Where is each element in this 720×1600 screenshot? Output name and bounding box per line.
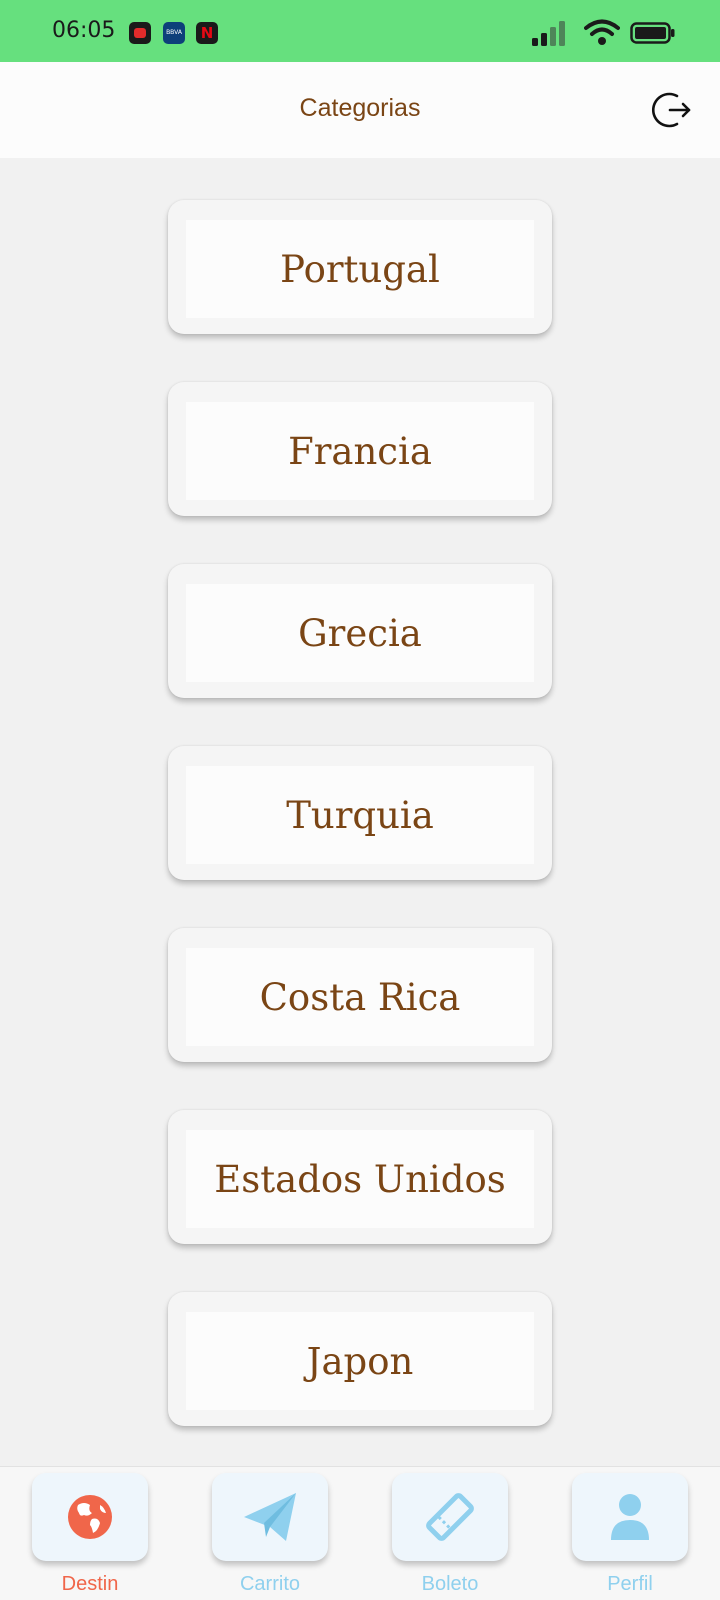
nav-item-perfil[interactable]: Perfil <box>572 1473 688 1600</box>
nav-button[interactable] <box>392 1473 508 1561</box>
status-time: 06:05 <box>52 18 116 43</box>
nav-label: Destin <box>61 1573 119 1595</box>
nav-item-destin[interactable]: Destin <box>32 1473 148 1600</box>
category-card-francia[interactable]: Francia <box>168 382 552 516</box>
nav-label: Carrito <box>239 1573 300 1595</box>
signal-icon <box>532 21 565 46</box>
nav-item-boleto[interactable]: Boleto <box>392 1473 508 1600</box>
category-label: Costa Rica <box>259 975 461 1019</box>
nav-label: Perfil <box>607 1573 653 1595</box>
category-label: Francia <box>288 429 432 473</box>
paper-plane-icon <box>244 1493 296 1541</box>
category-card-inner: Japon <box>186 1312 534 1410</box>
bottom-nav: Destin Carrito Boleto Perfil <box>0 1466 720 1600</box>
category-card-portugal[interactable]: Portugal <box>168 200 552 334</box>
category-card-inner: Francia <box>186 402 534 500</box>
status-bar: 06:05 BBVA N <box>0 0 720 62</box>
nav-button[interactable] <box>32 1473 148 1561</box>
category-card-inner: Grecia <box>186 584 534 682</box>
bbva-icon: BBVA <box>163 22 185 44</box>
globe-icon <box>68 1495 112 1539</box>
logout-button[interactable] <box>650 88 694 132</box>
category-label: Portugal <box>280 247 440 291</box>
category-card-costa-rica[interactable]: Costa Rica <box>168 928 552 1062</box>
nav-item-carrito[interactable]: Carrito <box>212 1473 328 1600</box>
category-card-inner: Turquia <box>186 766 534 864</box>
app-header: Categorias <box>0 62 720 158</box>
battery-icon <box>630 22 675 44</box>
category-card-grecia[interactable]: Grecia <box>168 564 552 698</box>
category-label: Estados Unidos <box>214 1157 506 1201</box>
category-card-turquia[interactable]: Turquia <box>168 746 552 880</box>
nav-button[interactable] <box>212 1473 328 1561</box>
ticket-icon <box>426 1493 474 1541</box>
category-label: Turquia <box>286 793 434 837</box>
nav-button[interactable] <box>572 1473 688 1561</box>
wifi-icon <box>584 19 620 45</box>
category-label: Japon <box>306 1339 414 1383</box>
category-card-inner: Costa Rica <box>186 948 534 1046</box>
category-card-estados-unidos[interactable]: Estados Unidos <box>168 1110 552 1244</box>
netflix-icon: N <box>196 22 218 44</box>
person-icon <box>611 1494 649 1540</box>
youtube-icon <box>129 22 151 44</box>
page-title: Categorias <box>299 94 421 122</box>
logout-icon <box>651 92 691 128</box>
category-card-inner: Estados Unidos <box>186 1130 534 1228</box>
nav-label: Boleto <box>421 1573 479 1595</box>
category-label: Grecia <box>298 611 422 655</box>
category-card-inner: Portugal <box>186 220 534 318</box>
category-card-japon[interactable]: Japon <box>168 1292 552 1426</box>
